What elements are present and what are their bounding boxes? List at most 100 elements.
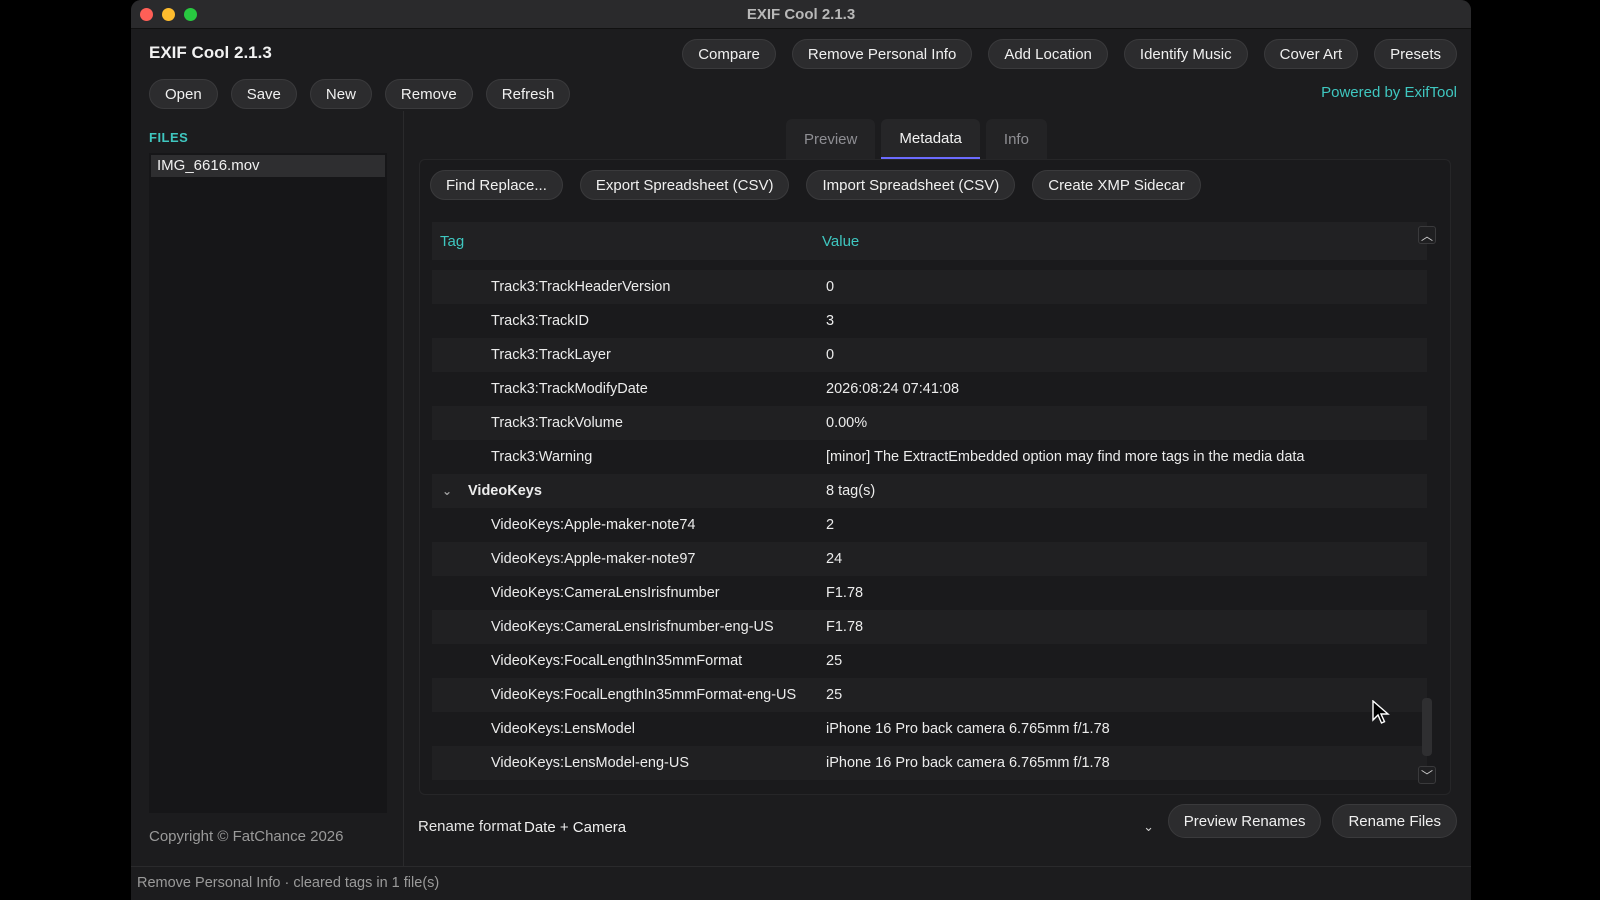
tag-name: Track3:TrackVolume [491, 415, 623, 431]
table-row[interactable]: VideoKeys:Apple-maker-note97 24 [432, 542, 1427, 576]
remove-button[interactable]: Remove [384, 79, 473, 109]
metadata-panel: Find Replace... Export Spreadsheet (CSV)… [419, 159, 1451, 795]
title-bar: EXIF Cool 2.1.3 [131, 0, 1471, 29]
tag-name: VideoKeys [468, 483, 542, 499]
find-replace-button[interactable]: Find Replace... [430, 170, 563, 200]
add-location-button[interactable]: Add Location [988, 39, 1108, 69]
table-row[interactable]: VideoKeys:FocalLengthIn35mmFormat 25 [432, 644, 1427, 678]
status-bar: Remove Personal Info · cleared tags in 1… [131, 866, 1471, 900]
tag-cell: VideoKeys:FocalLengthIn35mmFormat-eng-US [432, 687, 826, 703]
table-row[interactable]: VideoKeys:CameraLensIrisfnumber-eng-US F1… [432, 610, 1427, 644]
copyright-text: Copyright © FatChance 2026 [149, 828, 344, 845]
tag-name: VideoKeys:Apple-maker-note74 [491, 517, 696, 533]
top-action-bar: Compare Remove Personal Info Add Locatio… [682, 39, 1457, 69]
table-scrollbar[interactable]: ︿ ﹀ [1418, 222, 1436, 784]
tag-name: VideoKeys:Apple-maker-note97 [491, 551, 696, 567]
close-window-button[interactable] [140, 8, 153, 21]
rename-bar: Rename format Date + Camera ⌄ Preview Re… [406, 804, 1471, 848]
tag-name: VideoKeys:LensModel-eng-US [491, 755, 690, 771]
scroll-up-icon[interactable]: ︿ [1418, 226, 1436, 244]
value-cell[interactable]: 3 [826, 313, 834, 329]
tag-cell: VideoKeys:CameraLensIrisfnumber-eng-US [432, 619, 826, 635]
rename-actions: Preview Renames Rename Files [1167, 804, 1457, 838]
remove-personal-info-button[interactable]: Remove Personal Info [791, 39, 973, 69]
tag-name: Track3:Warning [491, 449, 593, 465]
value-cell[interactable]: F1.78 [826, 619, 863, 635]
tab-metadata[interactable]: Metadata [881, 119, 980, 159]
table-header: Tag Value [432, 222, 1427, 260]
tag-name: VideoKeys:CameraLensIrisfnumber-eng-US [491, 619, 774, 635]
table-row[interactable]: VideoKeys:FocalLengthIn35mmFormat-eng-US… [432, 678, 1427, 712]
file-item[interactable]: IMG_6616.mov [151, 155, 385, 177]
table-group-row[interactable]: ⌄ VideoKeys 8 tag(s) [432, 474, 1427, 508]
column-header-tag[interactable]: Tag [432, 233, 822, 250]
table-row[interactable]: Track3:TrackHeaderVersion 0 [432, 270, 1427, 304]
refresh-button[interactable]: Refresh [485, 79, 571, 109]
value-cell[interactable]: 2026:08:24 07:41:08 [826, 381, 959, 397]
value-cell[interactable]: 0 [826, 279, 834, 295]
value-cell[interactable]: 8 tag(s) [826, 483, 875, 499]
table-row[interactable]: Track3:TrackVolume 0.00% [432, 406, 1427, 440]
chevron-down-icon[interactable]: ⌄ [442, 484, 456, 498]
table-body: Track3:TrackHeaderVersion 0 Track3:TrackID… [432, 270, 1427, 780]
value-cell[interactable]: 25 [826, 653, 842, 669]
column-header-value[interactable]: Value [822, 233, 859, 250]
import-csv-button[interactable]: Import Spreadsheet (CSV) [806, 170, 1016, 200]
tag-name: Track3:TrackID [491, 313, 590, 329]
value-cell[interactable]: 0 [826, 347, 834, 363]
tag-name: VideoKeys:FocalLengthIn35mmFormat [491, 653, 743, 669]
save-button[interactable]: Save [230, 79, 297, 109]
value-cell[interactable]: F1.78 [826, 585, 863, 601]
rename-files-button[interactable]: Rename Files [1332, 804, 1457, 838]
metadata-toolbar: Find Replace... Export Spreadsheet (CSV)… [430, 170, 1201, 200]
value-cell[interactable]: [minor] The ExtractEmbedded option may f… [826, 449, 1305, 465]
files-heading: FILES [149, 130, 189, 145]
identify-music-button[interactable]: Identify Music [1123, 39, 1248, 69]
value-cell[interactable]: 0.00% [826, 415, 867, 431]
view-tabs: Preview Metadata Info [786, 119, 1047, 159]
rename-format-value: Date + Camera [524, 818, 627, 836]
table-row[interactable]: Track3:Warning [minor] The ExtractEmbedde… [432, 440, 1427, 474]
presets-button[interactable]: Presets [1374, 39, 1457, 69]
scroll-down-icon[interactable]: ﹀ [1418, 766, 1436, 784]
powered-by-link[interactable]: Powered by ExifTool [1321, 84, 1457, 101]
value-cell[interactable]: 25 [826, 687, 842, 703]
app-window: EXIF Cool 2.1.3 EXIF Cool 2.1.3 Compare … [131, 0, 1471, 900]
tag-name: VideoKeys:LensModel [491, 721, 636, 737]
tag-cell: VideoKeys:LensModel [432, 721, 826, 737]
table-row[interactable]: VideoKeys:Apple-maker-note74 2 [432, 508, 1427, 542]
create-xmp-sidecar-button[interactable]: Create XMP Sidecar [1032, 170, 1201, 200]
maximize-window-button[interactable] [184, 8, 197, 21]
tag-cell: Track3:TrackHeaderVersion [432, 279, 826, 295]
value-cell[interactable]: 2 [826, 517, 834, 533]
minimize-window-button[interactable] [162, 8, 175, 21]
rename-format-select[interactable]: Date + Camera ⌄ [524, 813, 1154, 841]
table-row[interactable]: Track3:TrackLayer 0 [432, 338, 1427, 372]
tag-name: Track3:TrackLayer [491, 347, 611, 363]
table-row[interactable]: VideoKeys:LensModel iPhone 16 Pro back ca… [432, 712, 1427, 746]
tag-cell: VideoKeys:CameraLensIrisfnumber [432, 585, 826, 601]
tag-name: VideoKeys:FocalLengthIn35mmFormat-eng-US [491, 687, 797, 703]
chevron-down-icon: ⌄ [1143, 819, 1154, 834]
value-cell[interactable]: iPhone 16 Pro back camera 6.765mm f/1.78 [826, 755, 1110, 771]
tab-info[interactable]: Info [985, 119, 1047, 159]
tag-name: Track3:TrackModifyDate [491, 381, 648, 397]
open-button[interactable]: Open [149, 79, 218, 109]
value-cell[interactable]: iPhone 16 Pro back camera 6.765mm f/1.78 [826, 721, 1110, 737]
window-controls [140, 8, 197, 21]
cover-art-button[interactable]: Cover Art [1263, 39, 1359, 69]
table-row[interactable]: Track3:TrackID 3 [432, 304, 1427, 338]
value-cell[interactable]: 24 [826, 551, 842, 567]
table-row[interactable]: Track3:TrackModifyDate 2026:08:24 07:41:0… [432, 372, 1427, 406]
preview-renames-button[interactable]: Preview Renames [1167, 804, 1322, 838]
new-button[interactable]: New [309, 79, 372, 109]
tab-preview[interactable]: Preview [786, 119, 876, 159]
export-csv-button[interactable]: Export Spreadsheet (CSV) [579, 170, 790, 200]
table-row[interactable]: VideoKeys:LensModel-eng-US iPhone 16 Pro … [432, 746, 1427, 780]
tag-name: Track3:TrackHeaderVersion [491, 279, 671, 295]
table-row[interactable]: VideoKeys:CameraLensIrisfnumber F1.78 [432, 576, 1427, 610]
tag-cell: Track3:Warning [432, 449, 826, 465]
scroll-thumb[interactable] [1422, 698, 1432, 756]
file-list: IMG_6616.mov [149, 153, 387, 813]
compare-button[interactable]: Compare [682, 39, 776, 69]
